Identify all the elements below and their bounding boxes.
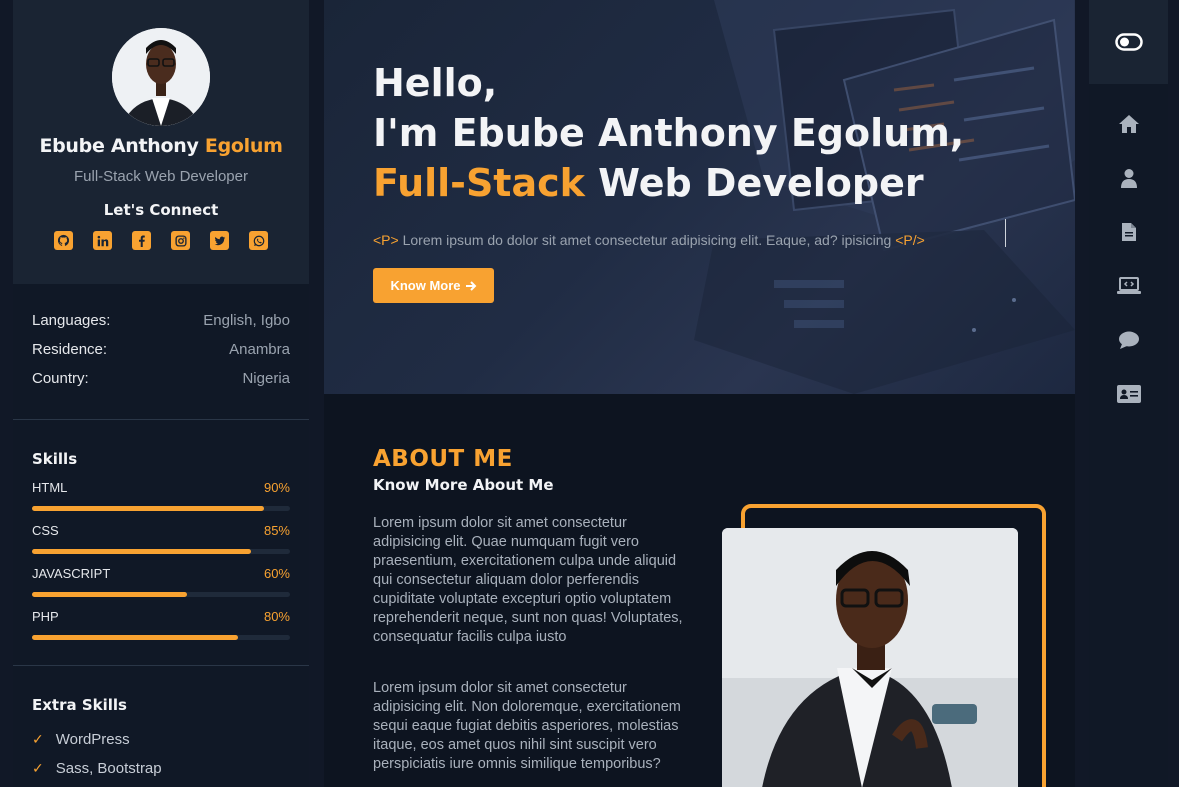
about-section: ABOUT ME Know More About Me Lorem ipsum … <box>324 394 1075 787</box>
skill-bar <box>32 635 290 640</box>
contact-card-icon[interactable] <box>1116 382 1141 406</box>
about-paragraph-2: Lorem ipsum dolor sit amet consectetur a… <box>373 680 681 772</box>
connect-heading: Let's Connect <box>103 201 219 219</box>
about-subheading: Know More About Me <box>373 476 554 494</box>
info-label: Languages: <box>32 312 111 329</box>
hero-line-3: Full-Stack Web Developer <box>373 158 964 208</box>
skill-css: CSS 85% <box>32 523 290 554</box>
extra-skill-label: WordPress <box>55 731 130 748</box>
hero-heading: Hello, I'm Ebube Anthony Egolum, Full-St… <box>373 58 964 208</box>
know-more-label: Know More <box>390 278 461 293</box>
theme-toggle[interactable] <box>1089 0 1168 84</box>
skill-percent: 80% <box>263 609 290 624</box>
info-value: Nigeria <box>242 370 290 387</box>
profile-name: Ebube Anthony Egolum <box>13 135 309 157</box>
check-icon: ✓ <box>32 760 44 777</box>
skill-bar-fill <box>32 549 252 554</box>
app-root: Ebube Anthony Egolum Full-Stack Web Deve… <box>0 0 1179 787</box>
skill-bar <box>32 549 290 554</box>
about-heading: ABOUT ME <box>373 446 513 472</box>
info-list: Languages: English, Igbo Residence: Anam… <box>13 284 309 420</box>
check-icon: ✓ <box>32 731 44 748</box>
avatar <box>112 28 210 126</box>
skill-percent: 90% <box>263 480 290 495</box>
hero-paragraph: <P> Lorem ipsum do dolor sit amet consec… <box>373 232 964 248</box>
nav-icon-list <box>1089 84 1168 436</box>
hero-paragraph-text: Lorem ipsum do dolor sit amet consectetu… <box>398 232 896 248</box>
linkedin-icon[interactable] <box>93 231 112 250</box>
home-icon[interactable] <box>1117 112 1141 136</box>
tag-open: <P> <box>373 232 399 248</box>
info-row-languages: Languages: English, Igbo <box>32 312 290 331</box>
info-value: Anambra <box>229 341 290 358</box>
document-icon[interactable] <box>1117 220 1141 244</box>
skill-bar-fill <box>32 635 239 640</box>
user-icon[interactable] <box>1117 166 1141 190</box>
instagram-icon[interactable] <box>171 231 190 250</box>
toggle-icon <box>1114 33 1143 51</box>
profile-name-last: Egolum <box>204 135 283 157</box>
laptop-code-icon[interactable] <box>1116 274 1141 298</box>
extra-skills-section: Extra Skills ✓ WordPress ✓ Sass, Bootstrap <box>13 666 309 778</box>
skill-percent: 60% <box>263 566 290 581</box>
twitter-icon[interactable] <box>210 231 229 250</box>
tag-close: <P/> <box>895 232 925 248</box>
hero-role-accent: Full-Stack <box>373 161 585 205</box>
skill-percent: 85% <box>263 523 290 538</box>
hero-text: Hello, I'm Ebube Anthony Egolum, Full-St… <box>373 58 964 248</box>
skill-name: HTML <box>32 480 68 495</box>
left-sidebar: Ebube Anthony Egolum Full-Stack Web Deve… <box>13 0 309 787</box>
hero-line-1: Hello, <box>373 61 498 105</box>
skill-bar <box>32 592 290 597</box>
extra-skill-label: Sass, Bootstrap <box>55 760 162 777</box>
main-content: Hello, I'm Ebube Anthony Egolum, Full-St… <box>324 0 1075 787</box>
skill-name: JAVASCRIPT <box>32 566 111 581</box>
list-item: ✓ WordPress <box>32 730 290 749</box>
skill-bar-fill <box>32 506 265 511</box>
about-photo <box>722 528 1018 787</box>
about-paragraph-1: Lorem ipsum dolor sit amet consectetur a… <box>373 515 683 645</box>
skill-name: PHP <box>32 609 59 624</box>
know-more-button[interactable]: Know More <box>373 268 494 303</box>
right-nav <box>1089 0 1168 787</box>
facebook-icon[interactable] <box>132 231 151 250</box>
skill-bar-fill <box>32 592 187 597</box>
info-label: Residence: <box>32 341 108 358</box>
profile-role: Full-Stack Web Developer <box>74 168 248 185</box>
text-cursor <box>1005 219 1006 247</box>
list-item: ✓ Sass, Bootstrap <box>32 759 290 778</box>
skills-heading: Skills <box>32 450 78 468</box>
info-label: Country: <box>32 370 89 387</box>
hero-line-2: I'm Ebube Anthony Egolum, <box>373 111 965 155</box>
info-row-country: Country: Nigeria <box>32 370 290 389</box>
skill-javascript: JAVASCRIPT 60% <box>32 566 290 597</box>
profile-card: Ebube Anthony Egolum Full-Stack Web Deve… <box>13 0 309 284</box>
skill-php: PHP 80% <box>32 609 290 640</box>
chat-icon[interactable] <box>1117 328 1141 352</box>
skill-bar <box>32 506 290 511</box>
profile-name-first: Ebube Anthony <box>39 135 199 157</box>
info-row-residence: Residence: Anambra <box>32 341 290 360</box>
skill-name: CSS <box>32 523 59 538</box>
skills-section: Skills HTML 90% CSS 85% JAVASCRIPT 60% PHP 8… <box>13 420 309 666</box>
whatsapp-icon[interactable] <box>249 231 268 250</box>
extra-skills-heading: Extra Skills <box>32 696 127 714</box>
arrow-right-icon <box>465 280 476 291</box>
github-icon[interactable] <box>54 231 73 250</box>
skill-html: HTML 90% <box>32 480 290 511</box>
info-value: English, Igbo <box>203 312 290 329</box>
social-links <box>13 231 309 250</box>
hero-section: Hello, I'm Ebube Anthony Egolum, Full-St… <box>324 0 1075 394</box>
hero-role-rest: Web Developer <box>584 161 924 205</box>
